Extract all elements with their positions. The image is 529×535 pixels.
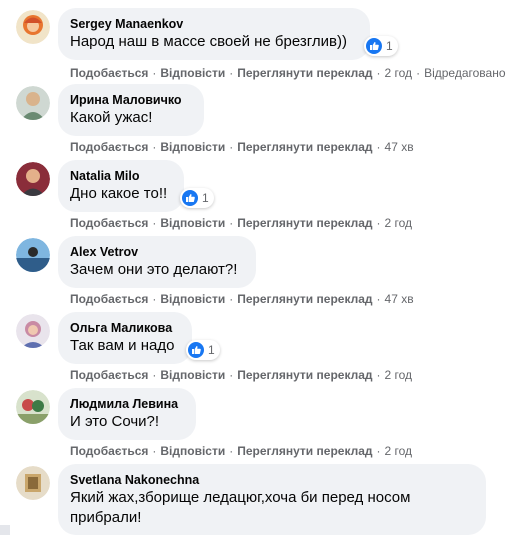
reply-button[interactable]: Відповісти (160, 140, 225, 154)
comment-author[interactable]: Svetlana Nakonechna (70, 472, 474, 488)
comment-author[interactable]: Ольга Маликова (70, 320, 180, 336)
translate-button[interactable]: Переглянути переклад (237, 368, 372, 382)
reply-button[interactable]: Відповісти (160, 444, 225, 458)
reaction-count: 1 (386, 39, 393, 53)
comment-text: Так вам и надо (70, 337, 175, 354)
like-icon (188, 342, 204, 358)
reply-button[interactable]: Відповісти (160, 368, 225, 382)
timestamp[interactable]: 47 хв (385, 292, 414, 306)
reply-button[interactable]: Відповісти (160, 292, 225, 306)
like-button[interactable]: Подобається (70, 66, 148, 80)
comment-bubble: Людмила Левина И это Сочи?! (58, 388, 196, 440)
translate-button[interactable]: Переглянути переклад (237, 216, 372, 230)
comment-bubble: Svetlana Nakonechna Який жах,зборище лед… (58, 464, 486, 535)
comment-actions: Подобається · Відповісти · Переглянути перек… (70, 292, 414, 306)
comment-actions: Подобається · Відповісти · Переглянути перек… (70, 368, 413, 382)
comment-bubble: Alex Vetrov Зачем они это делают?! (58, 236, 256, 288)
reply-button[interactable]: Відповісти (160, 66, 225, 80)
comment-author[interactable]: Natalia Milo (70, 168, 172, 184)
comment-text: Зачем они это делают?! (70, 261, 238, 278)
comment-text-line: Який жах,зборище ледацюг,хоча би перед н… (70, 489, 411, 506)
like-icon (182, 190, 198, 206)
translate-button[interactable]: Переглянути переклад (237, 292, 372, 306)
like-button[interactable]: Подобається (70, 368, 148, 382)
avatar[interactable] (16, 238, 50, 272)
comment-actions: Подобається · Відповісти · Переглянути перек… (70, 140, 414, 154)
avatar[interactable] (16, 466, 50, 500)
like-button[interactable]: Подобається (70, 292, 148, 306)
reaction-badge[interactable]: 1 (364, 36, 398, 56)
comment-text: Дно какое то!! (70, 185, 168, 202)
translate-button[interactable]: Переглянути переклад (237, 66, 372, 80)
comment-bubble: Natalia Milo Дно какое то!! (58, 160, 184, 212)
comment-bubble: Ирина Маловичко Какой ужас! (58, 84, 204, 136)
comment-text: Народ наш в массе своей не брезглив)) (70, 33, 347, 50)
comment-text: Какой ужас! (70, 109, 153, 126)
avatar[interactable] (16, 314, 50, 348)
reaction-badge[interactable]: 1 (180, 188, 214, 208)
translate-button[interactable]: Переглянути переклад (237, 140, 372, 154)
avatar[interactable] (16, 162, 50, 196)
comment-bubble: Sergey Manaenkov Народ наш в массе своей… (58, 8, 370, 60)
comment-actions: Подобається · Відповісти · Переглянути перек… (70, 444, 413, 458)
avatar[interactable] (16, 86, 50, 120)
comment-bubble: Ольга Маликова Так вам и надо (58, 312, 192, 364)
timestamp[interactable]: 2 год (385, 368, 413, 382)
reaction-count: 1 (202, 191, 209, 205)
comment-text-line: прибрали! (70, 509, 142, 526)
comment-text: И это Сочи?! (70, 413, 160, 430)
comment-author[interactable]: Людмила Левина (70, 396, 184, 412)
timestamp[interactable]: 2 год (385, 66, 413, 80)
like-button[interactable]: Подобається (70, 216, 148, 230)
comment-actions: Подобається · Відповісти · Переглянути перек… (70, 216, 413, 230)
like-icon (366, 38, 382, 54)
timestamp[interactable]: 47 хв (385, 140, 414, 154)
timestamp[interactable]: 2 год (385, 216, 413, 230)
comment-author[interactable]: Alex Vetrov (70, 244, 244, 260)
reaction-count: 1 (208, 343, 215, 357)
like-button[interactable]: Подобається (70, 444, 148, 458)
reply-button[interactable]: Відповісти (160, 216, 225, 230)
avatar[interactable] (16, 10, 50, 44)
comment-author[interactable]: Sergey Manaenkov (70, 16, 358, 32)
timestamp[interactable]: 2 год (385, 444, 413, 458)
comment-actions: Подобається · Відповісти · Переглянути перек… (70, 66, 506, 80)
edited-label: Відредаговано (424, 66, 506, 80)
translate-button[interactable]: Переглянути переклад (237, 444, 372, 458)
scrollbar-corner (0, 525, 10, 535)
reaction-badge[interactable]: 1 (186, 340, 220, 360)
comment-author[interactable]: Ирина Маловичко (70, 92, 192, 108)
avatar[interactable] (16, 390, 50, 424)
like-button[interactable]: Подобається (70, 140, 148, 154)
